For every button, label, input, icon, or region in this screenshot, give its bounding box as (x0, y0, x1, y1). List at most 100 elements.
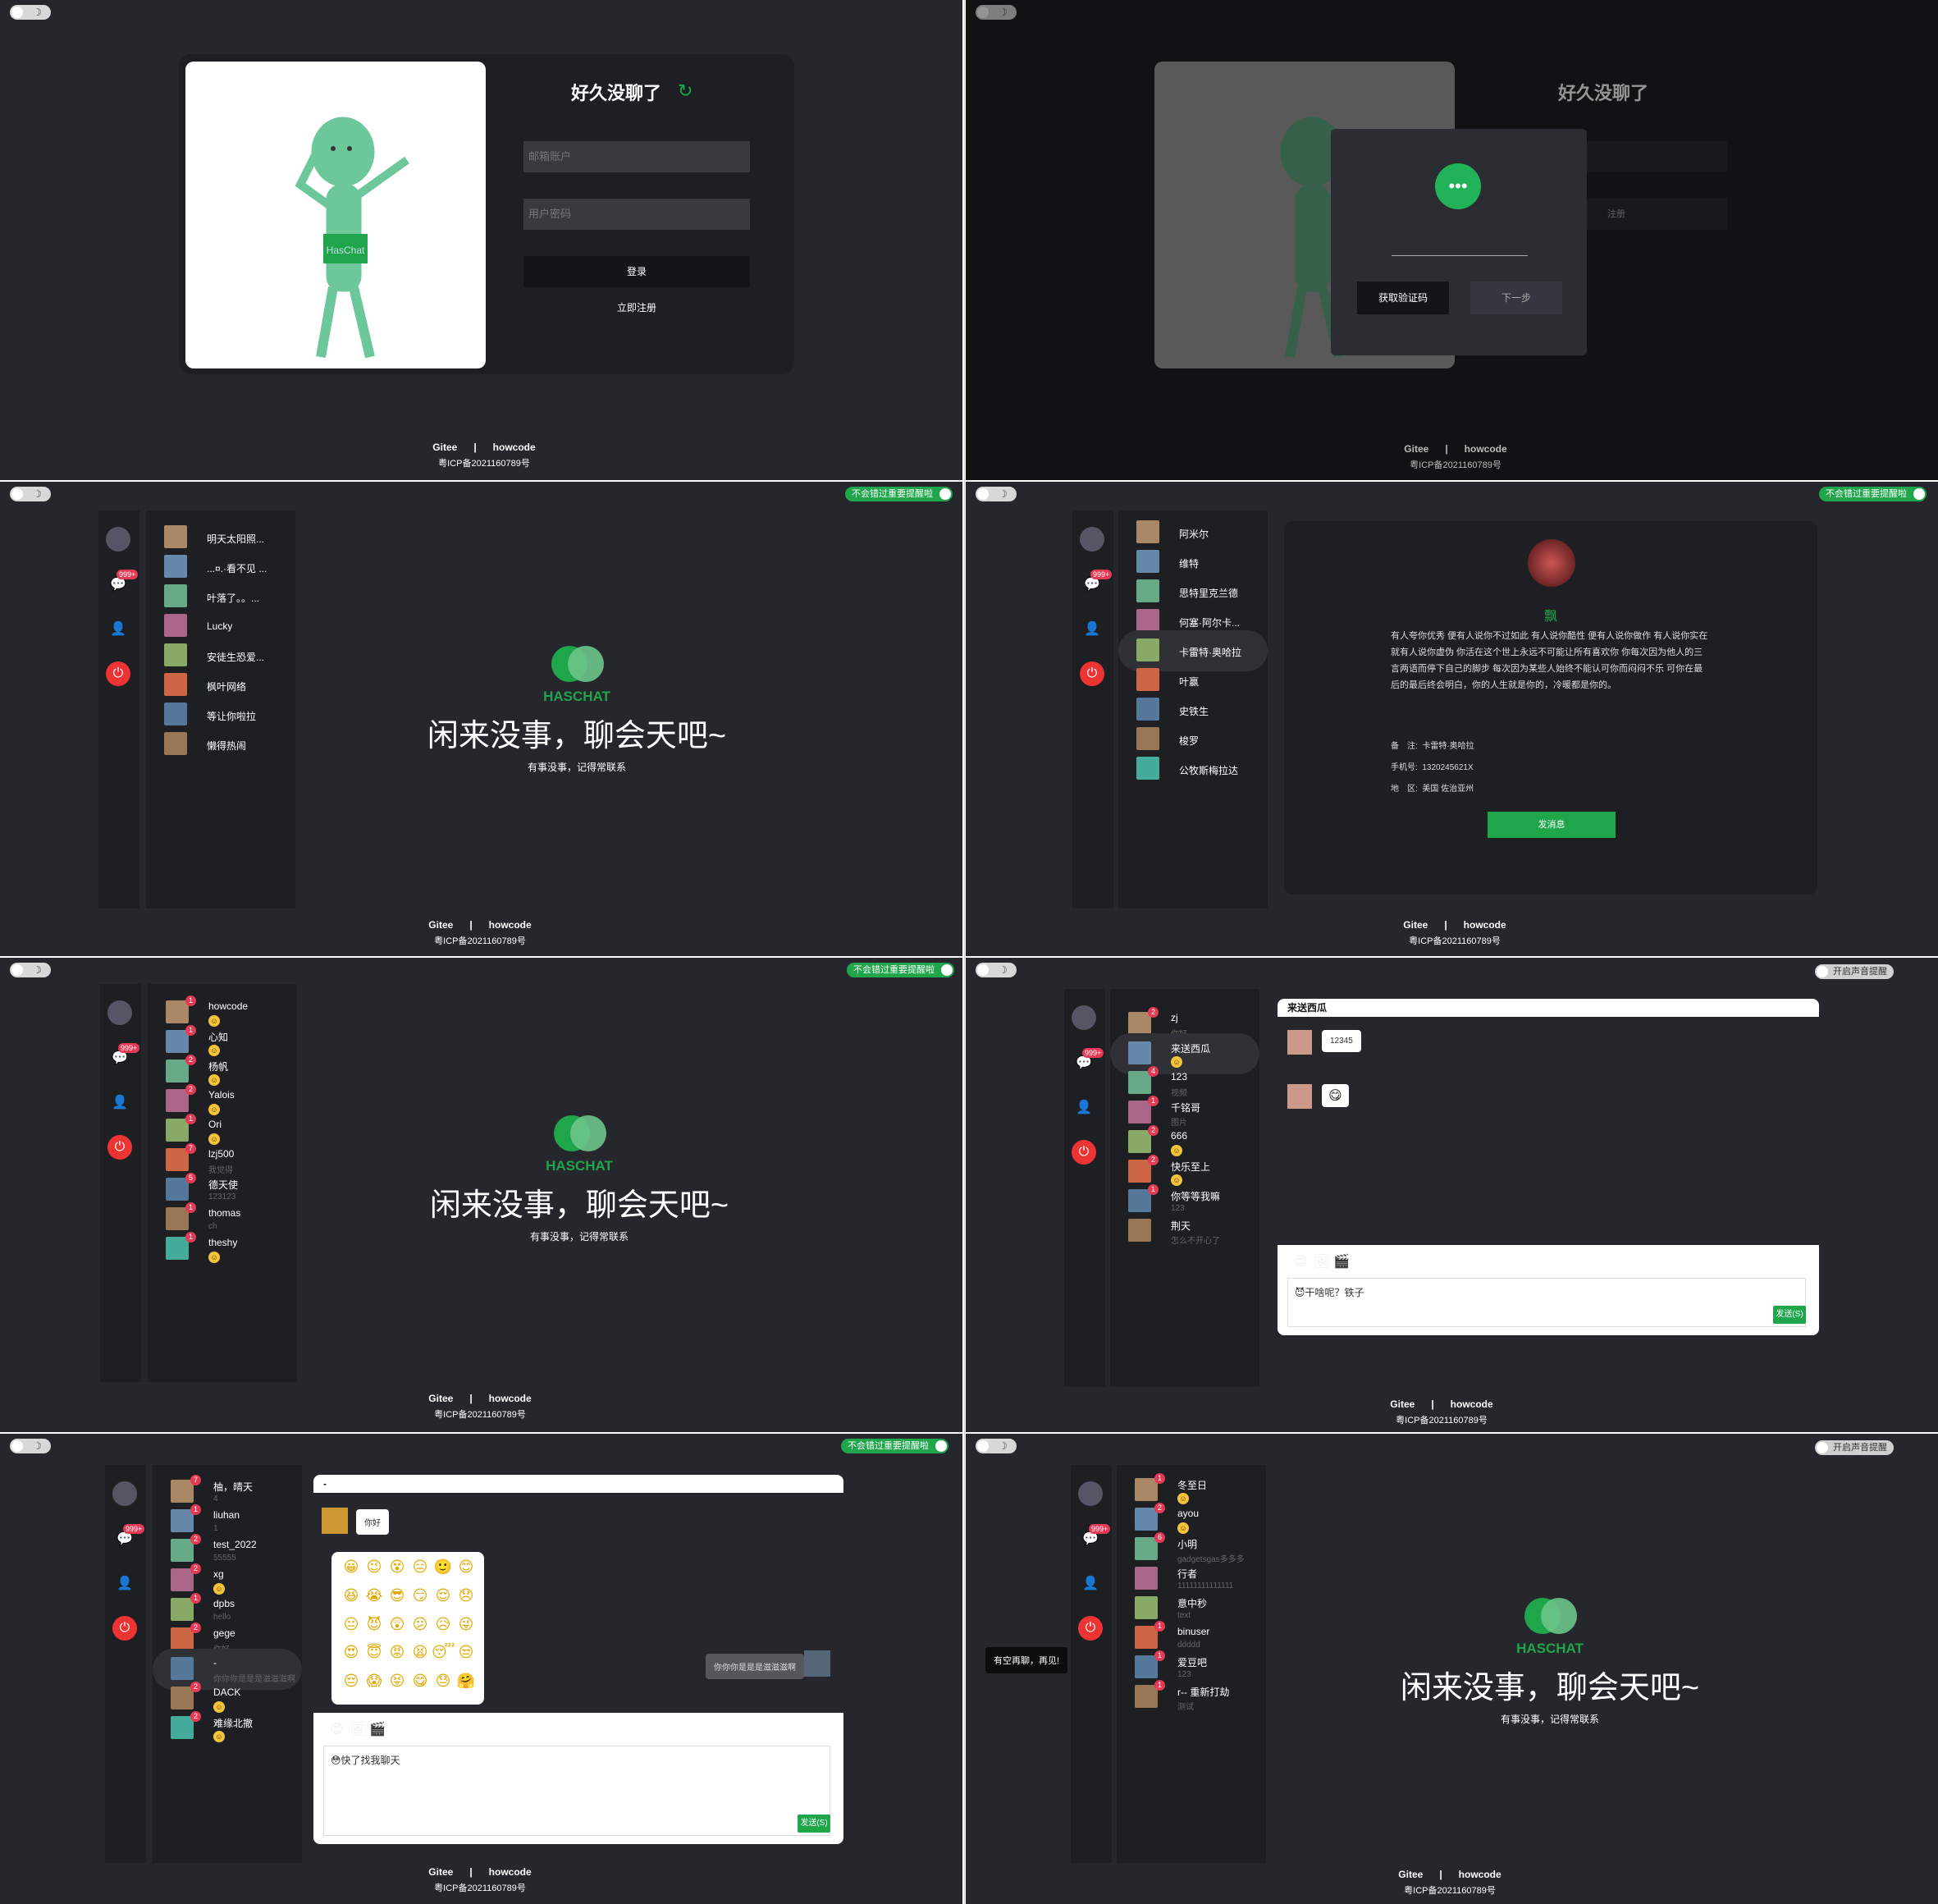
theme-toggle[interactable]: ☽ (10, 487, 51, 501)
image-icon[interactable]: 🖼 (350, 1721, 366, 1737)
contacts-icon[interactable]: 👤 (1072, 1096, 1096, 1120)
emoji-option[interactable]: 🤗 (455, 1671, 478, 1691)
message-input[interactable]: 😳快了找我聊天 (323, 1746, 830, 1836)
footer-icp[interactable]: 粤ICP备2021160789号 (1319, 1413, 1565, 1426)
emoji-option[interactable]: 😍 (340, 1642, 363, 1663)
sound-remind-toggle[interactable]: 开启声音提醒 (1815, 964, 1894, 979)
emoji-option[interactable]: 😈 (363, 1614, 386, 1635)
password-input[interactable]: 用户密码 (523, 199, 750, 230)
emoji-option[interactable]: 😜 (455, 1614, 478, 1635)
contacts-icon[interactable]: 👤 (112, 1572, 137, 1596)
emoji-option[interactable]: 😇 (363, 1642, 386, 1663)
footer-gitee[interactable]: Gitee (428, 1866, 453, 1878)
footer-icp[interactable]: 粤ICP备2021160789号 (1332, 458, 1579, 471)
emoji-option[interactable]: 😆 (340, 1586, 363, 1606)
emoji-icon[interactable]: 😊 (1294, 1253, 1308, 1270)
footer-howcode[interactable]: howcode (489, 1866, 532, 1878)
emoji-option[interactable]: 😞 (455, 1586, 478, 1606)
get-code-button[interactable]: 获取验证码 (1357, 281, 1449, 314)
footer-howcode[interactable]: howcode (493, 442, 536, 453)
emoji-icon[interactable]: 😊 (330, 1721, 344, 1737)
sound-remind-toggle[interactable]: 不会错过重要提醒啦 (847, 963, 954, 977)
emoji-option[interactable]: 😑 (409, 1557, 432, 1577)
footer-gitee[interactable]: Gitee (1390, 1398, 1415, 1410)
logout-icon[interactable]: ⏻ (1078, 1616, 1103, 1641)
footer-icp[interactable]: 粤ICP备2021160789号 (1332, 934, 1578, 947)
image-icon[interactable]: 🖼 (1314, 1253, 1330, 1270)
avatar[interactable] (112, 1481, 137, 1506)
logout-icon[interactable]: ⏻ (107, 1135, 132, 1160)
register-link[interactable]: 立即注册 (523, 300, 750, 314)
footer-icp[interactable]: 粤ICP备2021160789号 (1327, 1883, 1573, 1897)
footer-howcode[interactable]: howcode (489, 919, 532, 931)
video-icon[interactable]: 🎬 (369, 1721, 386, 1737)
list-item[interactable]: 荆天 怎么不开心了 (1110, 1211, 1259, 1252)
logout-icon[interactable]: ⏻ (1080, 661, 1104, 686)
emoji-option[interactable]: 😵 (386, 1557, 409, 1577)
emoji-option[interactable]: 😫 (409, 1642, 432, 1663)
contacts-icon[interactable]: 👤 (1078, 1572, 1103, 1596)
footer-howcode[interactable]: howcode (1451, 1398, 1493, 1410)
footer-icp[interactable]: 粤ICP备2021160789号 (357, 1407, 603, 1421)
emoji-option[interactable]: 😎 (386, 1586, 409, 1606)
emoji-option[interactable]: 😀 (340, 1557, 363, 1577)
emoji-option[interactable]: 😱 (363, 1671, 386, 1691)
sound-remind-toggle[interactable]: 不会错过重要提醒啦 (1819, 487, 1927, 501)
list-item[interactable]: 懒得热闹 (146, 724, 295, 765)
footer-howcode[interactable]: howcode (489, 1393, 532, 1404)
sound-remind-toggle[interactable]: 开启声音提醒 (1815, 1440, 1894, 1455)
logout-icon[interactable]: ⏻ (1072, 1140, 1096, 1165)
avatar[interactable] (1078, 1481, 1103, 1506)
emoji-option[interactable]: 😉 (363, 1557, 386, 1577)
emoji-option[interactable]: 😒 (455, 1642, 478, 1663)
emoji-option[interactable]: 😔 (340, 1671, 363, 1691)
contacts-icon[interactable]: 👤 (1080, 617, 1104, 642)
email-input[interactable]: 邮箱账户 (523, 141, 750, 172)
avatar[interactable] (1080, 527, 1104, 552)
emoji-option[interactable]: 🙂 (432, 1557, 455, 1577)
contacts-icon[interactable]: 👤 (106, 617, 130, 642)
logout-icon[interactable]: ⏻ (106, 661, 130, 686)
emoji-option[interactable]: 😴 (432, 1642, 455, 1663)
next-button[interactable]: 下一步 (1470, 281, 1562, 314)
contacts-icon[interactable]: 👤 (107, 1091, 132, 1115)
theme-toggle[interactable]: ☽ (10, 5, 51, 20)
list-item[interactable]: 2 难缘北撤 ☺ (153, 1708, 302, 1749)
footer-icp[interactable]: 粤ICP备2021160789号 (357, 1881, 603, 1894)
footer-gitee[interactable]: Gitee (428, 1393, 453, 1404)
list-item[interactable]: 1 r-- 重新打劫 测试 (1117, 1677, 1266, 1718)
emoji-option[interactable]: 😐 (340, 1614, 363, 1635)
footer-icp[interactable]: 粤ICP备2021160789号 (357, 934, 603, 947)
theme-toggle[interactable]: ☽ (976, 1439, 1017, 1453)
video-icon[interactable]: 🎬 (1333, 1253, 1350, 1270)
list-item[interactable]: 公牧斯梅拉达 (1118, 748, 1268, 790)
message-input[interactable]: 😈干啥呢？铁子 (1287, 1278, 1806, 1327)
emoji-option[interactable]: 😌 (432, 1586, 455, 1606)
emoji-option[interactable]: 😋 (409, 1671, 432, 1691)
code-input[interactable] (1392, 255, 1528, 256)
emoji-option[interactable]: 😭 (363, 1586, 386, 1606)
footer-gitee[interactable]: Gitee (1404, 443, 1428, 455)
emoji-option[interactable]: 😏 (409, 1586, 432, 1606)
footer-howcode[interactable]: howcode (1459, 1869, 1501, 1880)
login-button[interactable]: 登录 (523, 256, 750, 287)
refresh-icon[interactable]: ↻ (678, 80, 692, 102)
theme-toggle[interactable]: ☽ (10, 963, 51, 977)
emoji-option[interactable]: 😡 (386, 1642, 409, 1663)
emoji-option[interactable]: 😥 (432, 1614, 455, 1635)
footer-howcode[interactable]: howcode (1464, 919, 1506, 931)
theme-toggle[interactable]: ☽ (976, 963, 1017, 977)
avatar[interactable] (106, 527, 130, 552)
sound-remind-toggle[interactable]: 不会错过重要提醒啦 (841, 1439, 948, 1453)
emoji-option[interactable]: 😊 (455, 1557, 478, 1577)
emoji-option[interactable]: 😝 (386, 1671, 409, 1691)
emoji-option[interactable]: 😕 (409, 1614, 432, 1635)
footer-gitee[interactable]: Gitee (1403, 919, 1428, 931)
send-message-button[interactable]: 发消息 (1488, 812, 1616, 838)
emoji-option[interactable]: 😲 (386, 1614, 409, 1635)
footer-icp[interactable]: 粤ICP备2021160789号 (361, 456, 607, 469)
avatar[interactable] (107, 1000, 132, 1025)
send-button[interactable]: 发送(S) (798, 1815, 830, 1833)
theme-toggle[interactable]: ☽ (976, 487, 1017, 501)
footer-gitee[interactable]: Gitee (432, 442, 457, 453)
